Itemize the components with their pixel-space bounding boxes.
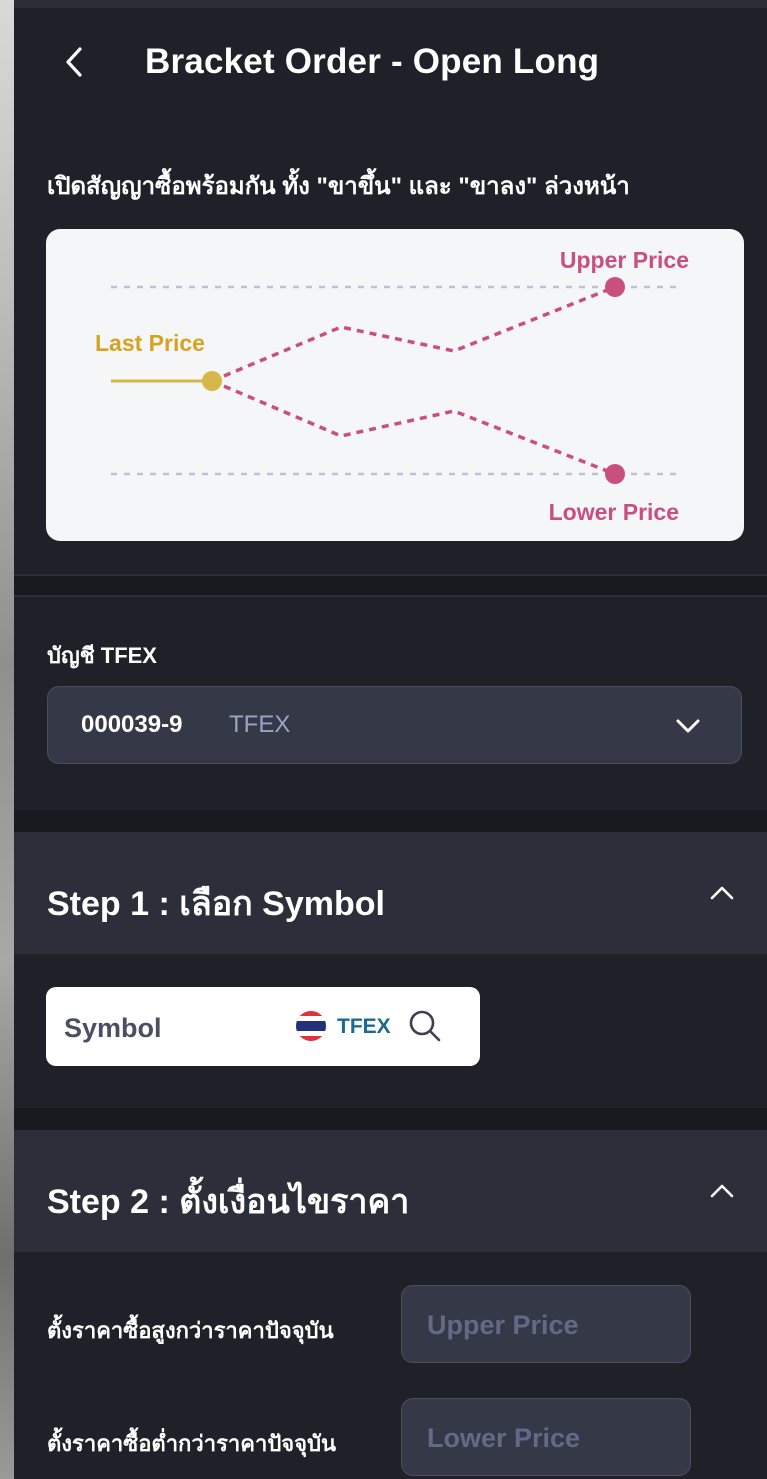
symbol-search-input[interactable]: Symbol TFEX [46, 987, 480, 1066]
divider-line [14, 595, 767, 597]
market-label: TFEX [337, 1015, 391, 1038]
top-bar: Bracket Order - Open Long [14, 8, 767, 126]
lower-price-placeholder: Lower Price [427, 1423, 581, 1453]
bracket-order-screen: Bracket Order - Open Long เปิดสัญญาซื้อพ… [14, 8, 767, 1479]
last-price-dot [202, 371, 222, 391]
section-divider [14, 810, 767, 832]
lower-price-label: Lower Price [548, 499, 679, 525]
chevron-up-icon [710, 886, 734, 900]
symbol-placeholder: Symbol [64, 1013, 162, 1043]
account-dropdown[interactable]: 000039-9 TFEX [47, 686, 742, 764]
intro-subtitle: เปิดสัญญาซื้อพร้อมกัน ทั้ง "ขาขึ้น" และ … [47, 173, 630, 200]
step1-header[interactable]: Step 1 : เลือก Symbol [14, 832, 767, 954]
bracket-illustration: Upper Price Last Price Lower Price [46, 229, 744, 541]
lower-price-condition-label: ตั้งราคาซื้อต่ำกว่าราคาปัจจุบัน [47, 1431, 337, 1456]
section-divider [14, 1108, 767, 1130]
section-divider [14, 573, 767, 595]
account-type: TFEX [229, 711, 291, 738]
account-label: บัญชี TFEX [47, 643, 157, 668]
back-button[interactable] [54, 42, 94, 82]
background-edge [0, 0, 14, 1479]
chevron-up-icon [710, 1184, 734, 1198]
chevron-left-icon [66, 47, 82, 77]
step2-title: Step 2 : ตั้งเงื่อนไขราคา [47, 1183, 410, 1221]
lower-price-dot [605, 464, 625, 484]
last-price-label: Last Price [95, 330, 205, 356]
divider-line [14, 574, 767, 576]
upper-price-input[interactable]: Upper Price [401, 1285, 691, 1363]
step2-header[interactable]: Step 2 : ตั้งเงื่อนไขราคา [14, 1130, 767, 1252]
lower-price-input[interactable]: Lower Price [401, 1398, 691, 1476]
lower-path [211, 379, 616, 476]
account-number: 000039-9 [81, 711, 183, 738]
upper-price-dot [605, 277, 625, 297]
upper-price-placeholder: Upper Price [427, 1310, 579, 1340]
upper-price-condition-label: ตั้งราคาซื้อสูงกว่าราคาปัจจุบัน [47, 1318, 334, 1343]
thai-flag-icon [296, 1011, 326, 1041]
page-title: Bracket Order - Open Long [145, 42, 600, 81]
upper-path [211, 285, 616, 383]
step1-title: Step 1 : เลือก Symbol [47, 885, 385, 923]
search-icon[interactable] [408, 1009, 442, 1043]
bracket-diagram [111, 277, 681, 484]
upper-price-label: Upper Price [559, 247, 689, 273]
chevron-down-icon [676, 719, 700, 733]
